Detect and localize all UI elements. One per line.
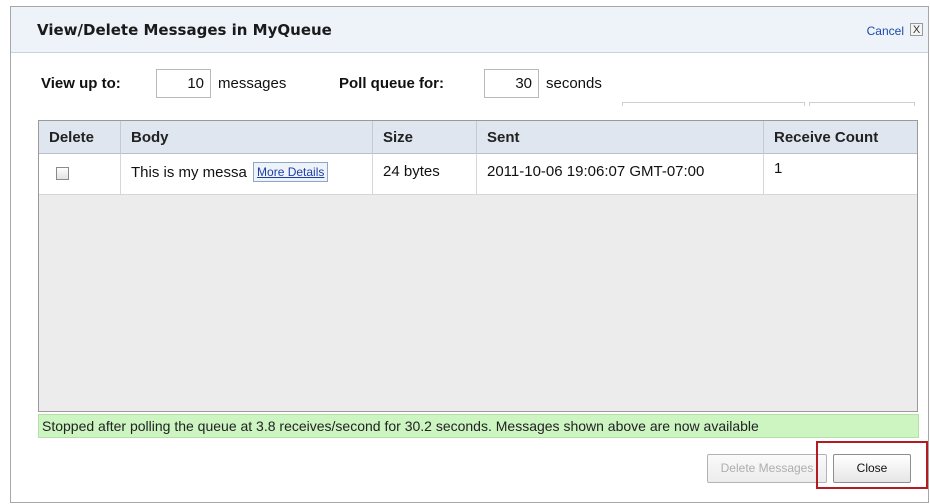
view-up-to-input[interactable]: 10 — [156, 69, 211, 98]
poll-queue-suffix: seconds — [546, 75, 602, 92]
receive-count-cell: 1 — [774, 160, 783, 177]
column-header-receive-count[interactable]: Receive Count — [764, 121, 917, 154]
column-header-body[interactable]: Body — [121, 121, 373, 154]
dialog-title: View/Delete Messages in MyQueue — [37, 21, 332, 39]
more-details-button[interactable]: More Details — [253, 162, 329, 182]
messages-table: Delete Body Size Sent Receive Count This… — [38, 120, 918, 412]
cancel-link[interactable]: Cancel — [867, 24, 904, 38]
highlight-box — [816, 441, 928, 489]
delete-messages-button[interactable]: Delete Messages — [707, 454, 827, 483]
view-delete-messages-dialog: View/Delete Messages in MyQueue Cancel X… — [10, 6, 929, 503]
table-header: Delete Body Size Sent Receive Count — [39, 121, 917, 154]
table-row[interactable]: This is my messa More Details 24 bytes 2… — [39, 154, 917, 195]
status-message: Stopped after polling the queue at 3.8 r… — [38, 414, 919, 438]
obscured-control — [809, 102, 915, 106]
view-up-to-suffix: messages — [218, 75, 287, 92]
sent-cell: 2011-10-06 19:06:07 GMT-07:00 — [477, 154, 764, 194]
close-icon[interactable]: X — [910, 23, 923, 36]
poll-queue-input[interactable]: 30 — [484, 69, 539, 98]
column-header-size[interactable]: Size — [373, 121, 477, 154]
view-up-to-label: View up to: — [41, 75, 121, 92]
obscured-control — [622, 102, 805, 106]
dialog-title-bar: View/Delete Messages in MyQueue Cancel X — [11, 7, 928, 53]
column-header-sent[interactable]: Sent — [477, 121, 764, 154]
poll-queue-label: Poll queue for: — [339, 75, 444, 92]
delete-checkbox[interactable] — [56, 167, 69, 180]
body-cell: This is my messa More Details — [121, 154, 373, 194]
message-body: This is my messa — [131, 164, 247, 181]
delete-cell — [39, 154, 121, 194]
column-header-delete[interactable]: Delete — [39, 121, 121, 154]
size-cell: 24 bytes — [373, 154, 477, 194]
